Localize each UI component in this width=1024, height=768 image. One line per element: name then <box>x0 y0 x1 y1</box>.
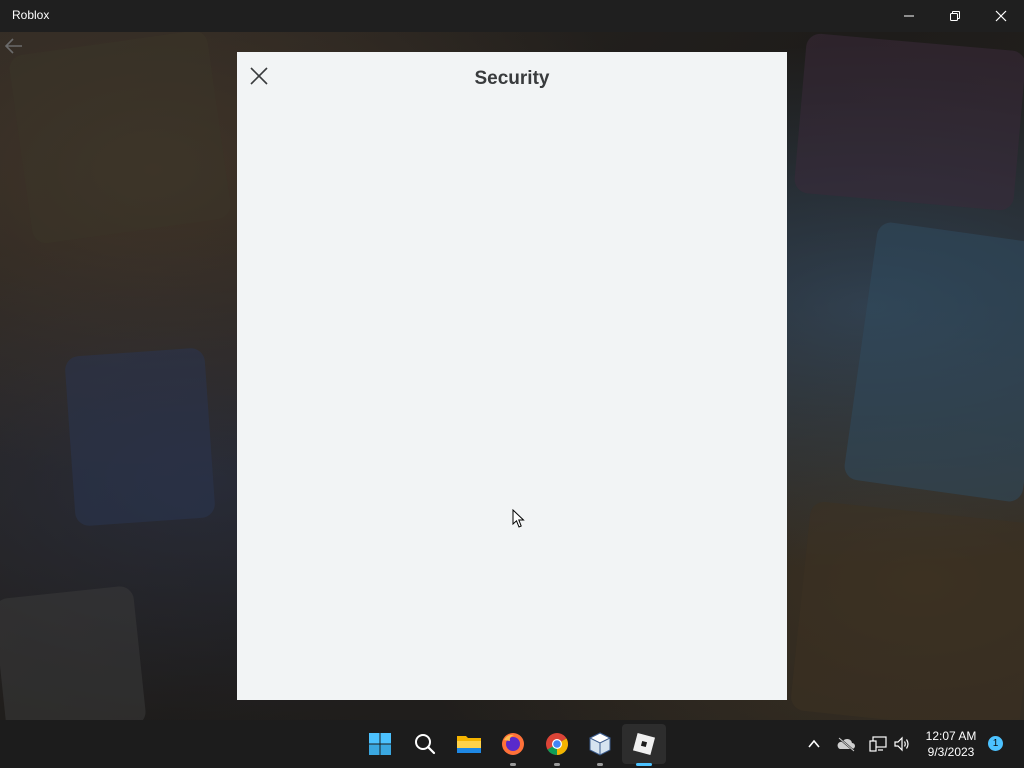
firefox-icon <box>502 733 524 755</box>
background-tile <box>793 32 1024 212</box>
restore-button[interactable] <box>932 0 978 32</box>
dialog-title: Security <box>474 68 550 89</box>
minimize-button[interactable] <box>886 0 932 32</box>
clock-date: 9/3/2023 <box>927 745 975 759</box>
onedrive-offline-icon <box>837 737 855 752</box>
clock[interactable]: 12:07 AM 9/3/2023 <box>918 728 984 760</box>
virtualbox-icon <box>588 732 612 756</box>
search-button[interactable] <box>409 728 441 760</box>
roblox-icon <box>632 732 656 756</box>
restore-icon <box>950 11 960 21</box>
onedrive-button[interactable] <box>834 732 858 756</box>
window-title: Roblox <box>12 8 50 22</box>
back-button[interactable] <box>2 34 26 63</box>
back-arrow-icon <box>4 38 22 54</box>
background-tile <box>7 32 233 245</box>
network-button[interactable] <box>866 732 890 756</box>
firefox-button[interactable] <box>497 728 529 766</box>
running-indicator <box>597 763 603 766</box>
background-tile <box>64 347 216 527</box>
active-app-indicator <box>636 763 652 766</box>
virtualbox-button[interactable] <box>584 728 616 766</box>
chrome-button[interactable] <box>541 728 573 766</box>
close-window-button[interactable] <box>978 0 1024 32</box>
show-hidden-icons-button[interactable] <box>802 732 826 756</box>
running-indicator <box>510 763 516 766</box>
minimize-icon <box>904 15 914 17</box>
volume-icon <box>894 736 909 752</box>
running-indicator <box>554 763 560 766</box>
network-icon <box>869 736 887 752</box>
background-tile <box>0 585 147 720</box>
windows-start-icon <box>369 733 391 755</box>
background-tile <box>789 500 1024 720</box>
roblox-button[interactable] <box>628 728 660 766</box>
background-tile <box>842 220 1024 504</box>
security-dialog: Security <box>237 52 787 700</box>
chrome-icon <box>546 733 568 755</box>
start-button[interactable] <box>364 728 396 760</box>
folder-icon <box>457 736 481 753</box>
window-title-bar: Roblox <box>0 0 1024 32</box>
taskbar: 12:07 AM 9/3/2023 1 <box>0 720 1024 768</box>
file-explorer-button[interactable] <box>453 728 485 760</box>
mouse-cursor-icon <box>512 508 526 534</box>
clock-time: 12:07 AM <box>925 729 977 743</box>
notification-badge[interactable]: 1 <box>988 736 1003 751</box>
volume-button[interactable] <box>890 732 914 756</box>
close-icon <box>995 10 1007 22</box>
chevron-up-icon <box>808 739 820 748</box>
search-icon <box>415 734 436 755</box>
